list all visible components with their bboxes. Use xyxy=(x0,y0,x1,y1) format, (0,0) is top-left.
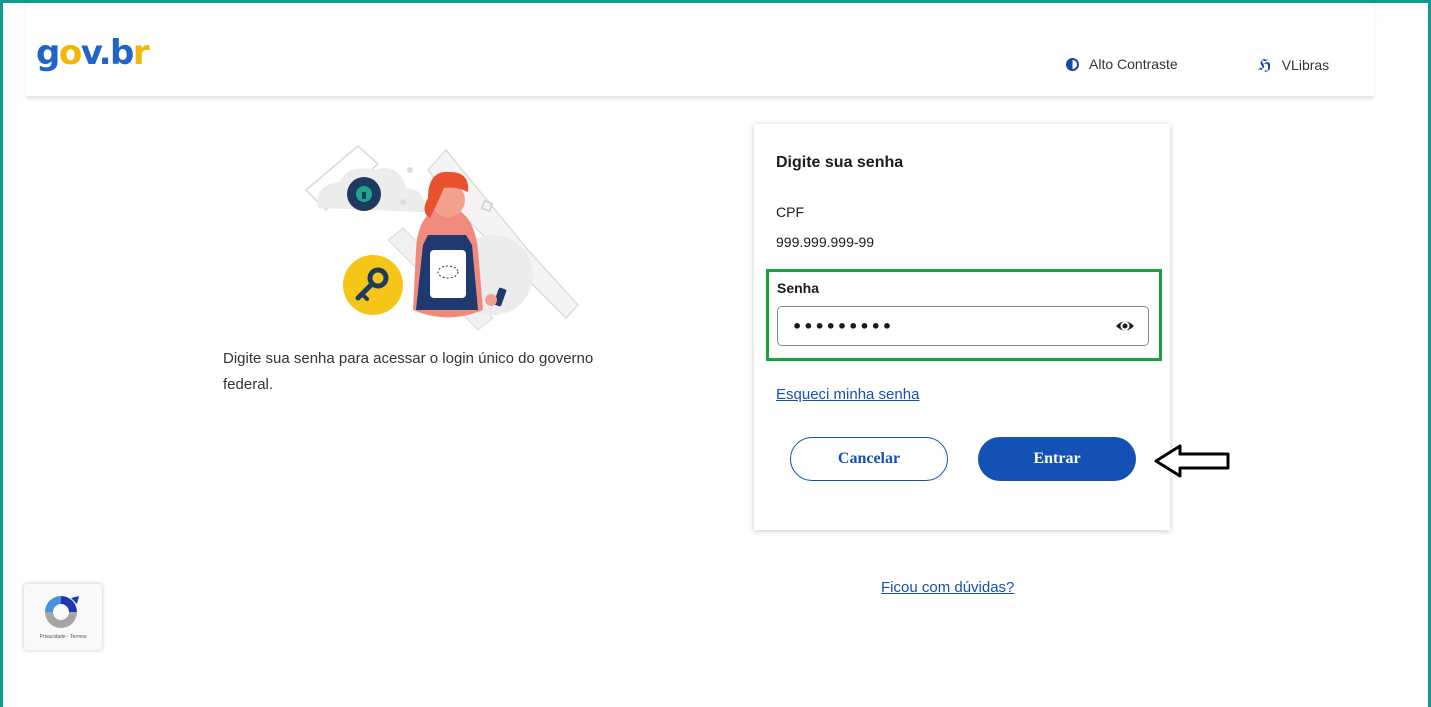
vlibras-icon: ℌ xyxy=(1258,57,1272,74)
recaptcha-icon xyxy=(45,596,79,628)
page-frame xyxy=(0,0,1431,707)
left-arrow-icon xyxy=(1154,444,1230,478)
recaptcha-badge[interactable]: Privacidade - Termos xyxy=(24,584,102,650)
logo-letter: v xyxy=(80,33,100,73)
cpf-label: CPF xyxy=(776,204,804,220)
cancel-button[interactable]: Cancelar xyxy=(790,437,948,481)
help-link[interactable]: Ficou com dúvidas? xyxy=(881,579,1014,596)
key-badge xyxy=(343,255,403,315)
high-contrast-label: Alto Contraste xyxy=(1089,56,1178,72)
intro-text: Digite sua senha para acessar o login ún… xyxy=(223,350,594,393)
enter-button[interactable]: Entrar xyxy=(978,437,1136,481)
logo-letter: r xyxy=(132,33,150,73)
logo-letter: o xyxy=(58,33,82,73)
contrast-icon xyxy=(1066,57,1079,71)
password-field-highlight: Senha xyxy=(766,269,1162,361)
logo-letter: g xyxy=(36,33,60,73)
recaptcha-privacy-text: Privacidade - Termos xyxy=(39,634,87,640)
header: gov.br Alto Contraste ℌ VLibras xyxy=(26,0,1374,98)
vlibras-label: VLibras xyxy=(1281,57,1330,73)
vlibras-button[interactable]: ℌ VLibras xyxy=(1258,56,1329,74)
high-contrast-button[interactable]: Alto Contraste xyxy=(1066,56,1178,72)
eye-icon[interactable] xyxy=(1115,316,1135,336)
cpf-value: 999.999.999-99 xyxy=(776,234,875,250)
password-label: Senha xyxy=(777,280,820,296)
password-card: Digite sua senha CPF 999.999.999-99 Senh… xyxy=(754,124,1170,530)
lock-badge xyxy=(347,177,381,211)
forgot-password-link[interactable]: Esqueci minha senha xyxy=(776,386,919,403)
password-illustration xyxy=(304,145,580,331)
password-input[interactable] xyxy=(777,306,1149,346)
logo-letter: . xyxy=(98,33,112,73)
govbr-logo[interactable]: gov.br xyxy=(36,33,150,73)
logo-letter: b xyxy=(110,33,134,73)
card-title: Digite sua senha xyxy=(776,154,904,171)
